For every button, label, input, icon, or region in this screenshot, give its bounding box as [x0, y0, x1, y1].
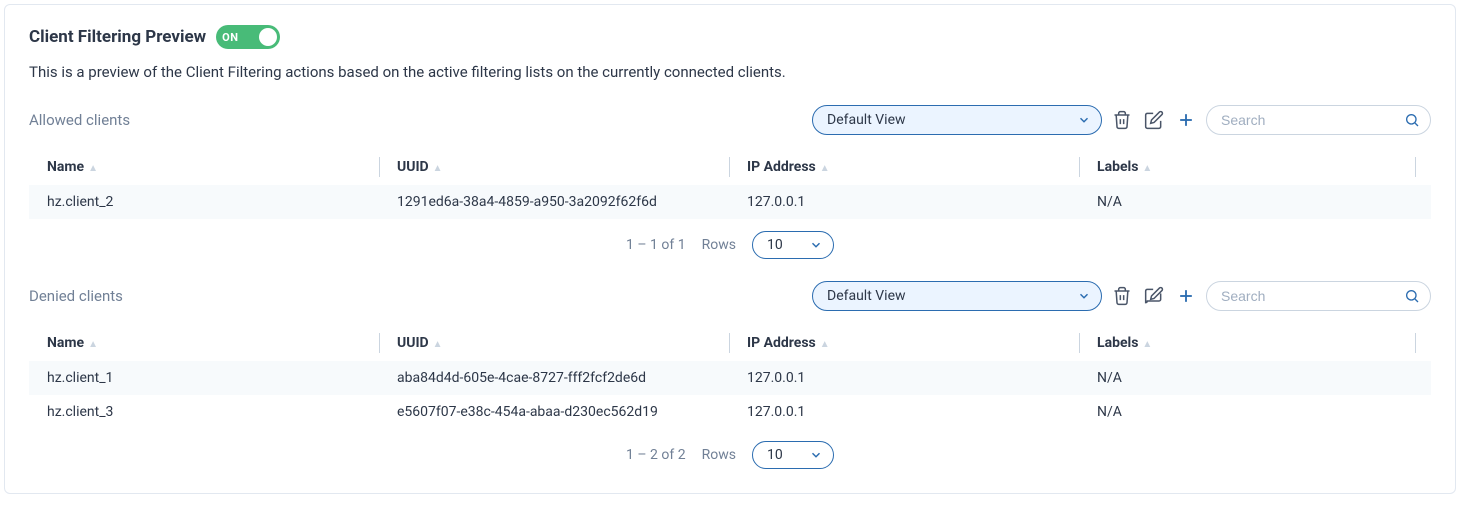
- plus-icon[interactable]: [1174, 108, 1198, 132]
- cell-uuid: aba84d4d-605e-4cae-8727-fff2fcf2de6d: [379, 361, 729, 395]
- sort-icon: ▲: [88, 339, 98, 350]
- cell-name: hz.client_2: [29, 185, 379, 219]
- col-name[interactable]: Name▲: [29, 149, 379, 185]
- denied-search-input[interactable]: [1221, 288, 1404, 304]
- col-ip[interactable]: IP Address▲: [729, 325, 1079, 361]
- col-labels[interactable]: Labels▲: [1079, 325, 1415, 361]
- rows-value: 10: [767, 237, 783, 253]
- allowed-search[interactable]: [1206, 105, 1431, 135]
- chevron-down-icon: [809, 448, 823, 462]
- allowed-view-select[interactable]: Default View: [812, 105, 1102, 135]
- rows-value: 10: [767, 447, 783, 463]
- panel-header: Client Filtering Preview ON: [29, 25, 1431, 49]
- cell-ip: 127.0.0.1: [729, 185, 1079, 219]
- chevron-down-icon: [1077, 113, 1091, 127]
- col-spacer: [1415, 149, 1431, 185]
- allowed-search-input[interactable]: [1221, 112, 1404, 128]
- chevron-down-icon: [1077, 289, 1091, 303]
- cell-labels: N/A: [1079, 395, 1415, 429]
- cell-ip: 127.0.0.1: [729, 395, 1079, 429]
- toggle-knob: [259, 28, 277, 46]
- panel-description: This is a preview of the Client Filterin…: [29, 63, 1431, 81]
- sort-icon: ▲: [1142, 163, 1152, 174]
- cell-labels: N/A: [1079, 361, 1415, 395]
- denied-view-select[interactable]: Default View: [812, 281, 1102, 311]
- denied-controls: Default View: [812, 281, 1431, 311]
- sort-icon: ▲: [820, 163, 830, 174]
- col-spacer: [1415, 325, 1431, 361]
- chevron-down-icon: [809, 238, 823, 252]
- toggle-label: ON: [222, 31, 238, 44]
- trash-icon[interactable]: [1110, 284, 1134, 308]
- col-ip[interactable]: IP Address▲: [729, 149, 1079, 185]
- table-row: hz.client_1 aba84d4d-605e-4cae-8727-fff2…: [29, 361, 1431, 395]
- denied-rows-select[interactable]: 10: [752, 441, 834, 469]
- denied-pager: 1 – 2 of 2 Rows 10: [29, 429, 1431, 473]
- view-select-label: Default View: [827, 112, 906, 128]
- table-row: hz.client_2 1291ed6a-38a4-4859-a950-3a20…: [29, 185, 1431, 219]
- preview-toggle[interactable]: ON: [216, 25, 280, 49]
- table-header-row: Name▲ UUID▲ IP Address▲ Labels▲: [29, 149, 1431, 185]
- sort-icon: ▲: [1142, 339, 1152, 350]
- cell-ip: 127.0.0.1: [729, 361, 1079, 395]
- denied-title: Denied clients: [29, 287, 123, 305]
- view-select-label: Default View: [827, 288, 906, 304]
- trash-icon[interactable]: [1110, 108, 1134, 132]
- pager-range: 1 – 1 of 1: [626, 237, 686, 253]
- allowed-controls: Default View: [812, 105, 1431, 135]
- allowed-pager: 1 – 1 of 1 Rows 10: [29, 219, 1431, 263]
- rows-label: Rows: [702, 237, 736, 253]
- sort-icon: ▲: [820, 339, 830, 350]
- sort-icon: ▲: [88, 163, 98, 174]
- plus-icon[interactable]: [1174, 284, 1198, 308]
- panel-title: Client Filtering Preview: [29, 27, 206, 47]
- col-uuid[interactable]: UUID▲: [379, 149, 729, 185]
- allowed-rows-select[interactable]: 10: [752, 231, 834, 259]
- cell-uuid: e5607f07-e38c-454a-abaa-d230ec562d19: [379, 395, 729, 429]
- pager-range: 1 – 2 of 2: [626, 447, 686, 463]
- denied-search[interactable]: [1206, 281, 1431, 311]
- table-header-row: Name▲ UUID▲ IP Address▲ Labels▲: [29, 325, 1431, 361]
- search-icon: [1404, 112, 1420, 128]
- cell-uuid: 1291ed6a-38a4-4859-a950-3a2092f62f6d: [379, 185, 729, 219]
- sort-icon: ▲: [433, 163, 443, 174]
- edit-icon[interactable]: [1142, 108, 1166, 132]
- col-name[interactable]: Name▲: [29, 325, 379, 361]
- denied-table: Name▲ UUID▲ IP Address▲ Labels▲ hz.clien…: [29, 325, 1431, 429]
- cell-name: hz.client_3: [29, 395, 379, 429]
- client-filtering-panel: Client Filtering Preview ON This is a pr…: [4, 4, 1456, 494]
- allowed-title: Allowed clients: [29, 111, 130, 129]
- sort-icon: ▲: [433, 339, 443, 350]
- allowed-table: Name▲ UUID▲ IP Address▲ Labels▲ hz.clien…: [29, 149, 1431, 219]
- col-labels[interactable]: Labels▲: [1079, 149, 1415, 185]
- edit-icon[interactable]: [1142, 284, 1166, 308]
- rows-label: Rows: [702, 447, 736, 463]
- cell-name: hz.client_1: [29, 361, 379, 395]
- search-icon: [1404, 288, 1420, 304]
- cell-labels: N/A: [1079, 185, 1415, 219]
- table-row: hz.client_3 e5607f07-e38c-454a-abaa-d230…: [29, 395, 1431, 429]
- denied-section-bar: Denied clients Default View: [29, 281, 1431, 311]
- col-uuid[interactable]: UUID▲: [379, 325, 729, 361]
- allowed-section-bar: Allowed clients Default View: [29, 105, 1431, 135]
